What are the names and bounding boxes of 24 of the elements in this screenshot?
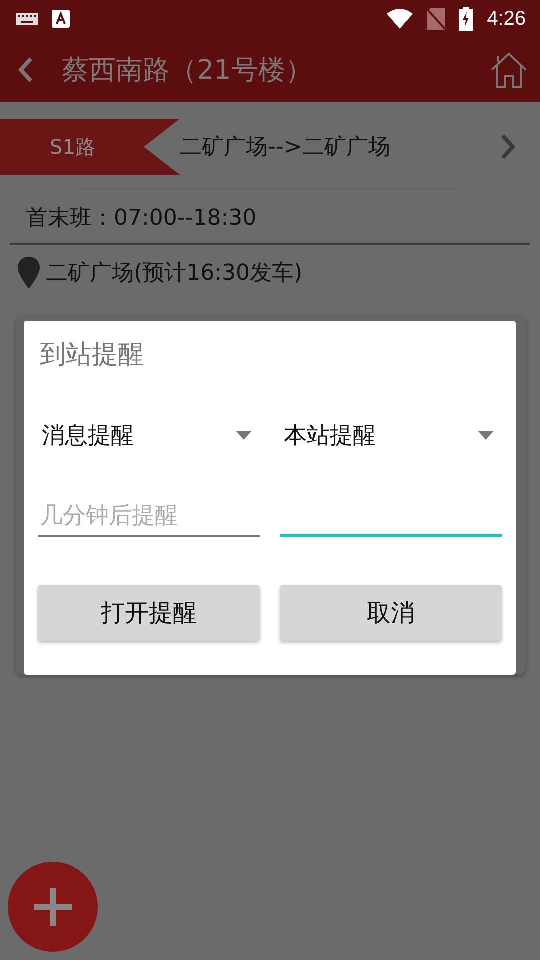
keyboard-icon bbox=[16, 13, 38, 25]
enable-button[interactable]: 打开提醒 bbox=[38, 585, 260, 641]
schedule-text: 首末班：07:00--18:30 bbox=[10, 189, 530, 245]
cancel-button[interactable]: 取消 bbox=[280, 585, 502, 641]
dropdown[interactable]: 消息提醒 bbox=[38, 410, 260, 460]
route-badge: S1路 bbox=[0, 119, 180, 175]
caret-icon bbox=[236, 430, 252, 440]
home-icon[interactable] bbox=[490, 52, 528, 88]
app-notification-icon bbox=[52, 10, 70, 28]
dropdown[interactable]: 本站提醒 bbox=[280, 410, 502, 460]
status-time: 4:26 bbox=[487, 8, 526, 30]
no-sim-icon bbox=[427, 8, 446, 30]
battery-icon bbox=[459, 7, 474, 31]
route-direction: 二矿广场-->二矿广场 bbox=[180, 134, 392, 162]
back-icon[interactable] bbox=[18, 57, 34, 83]
caret-icon bbox=[478, 430, 494, 440]
next-icon[interactable] bbox=[500, 134, 516, 160]
plus-icon bbox=[32, 886, 74, 928]
wifi-icon bbox=[387, 9, 414, 29]
location-pin-icon bbox=[18, 257, 40, 289]
dialog-title: 到站提醒 bbox=[40, 339, 145, 372]
page-title: 蔡西南路（21号楼） bbox=[62, 54, 314, 88]
input-field[interactable]: 几分钟后提醒 bbox=[38, 496, 260, 537]
station-text: 二矿广场(预计16:30发车) bbox=[46, 260, 303, 288]
